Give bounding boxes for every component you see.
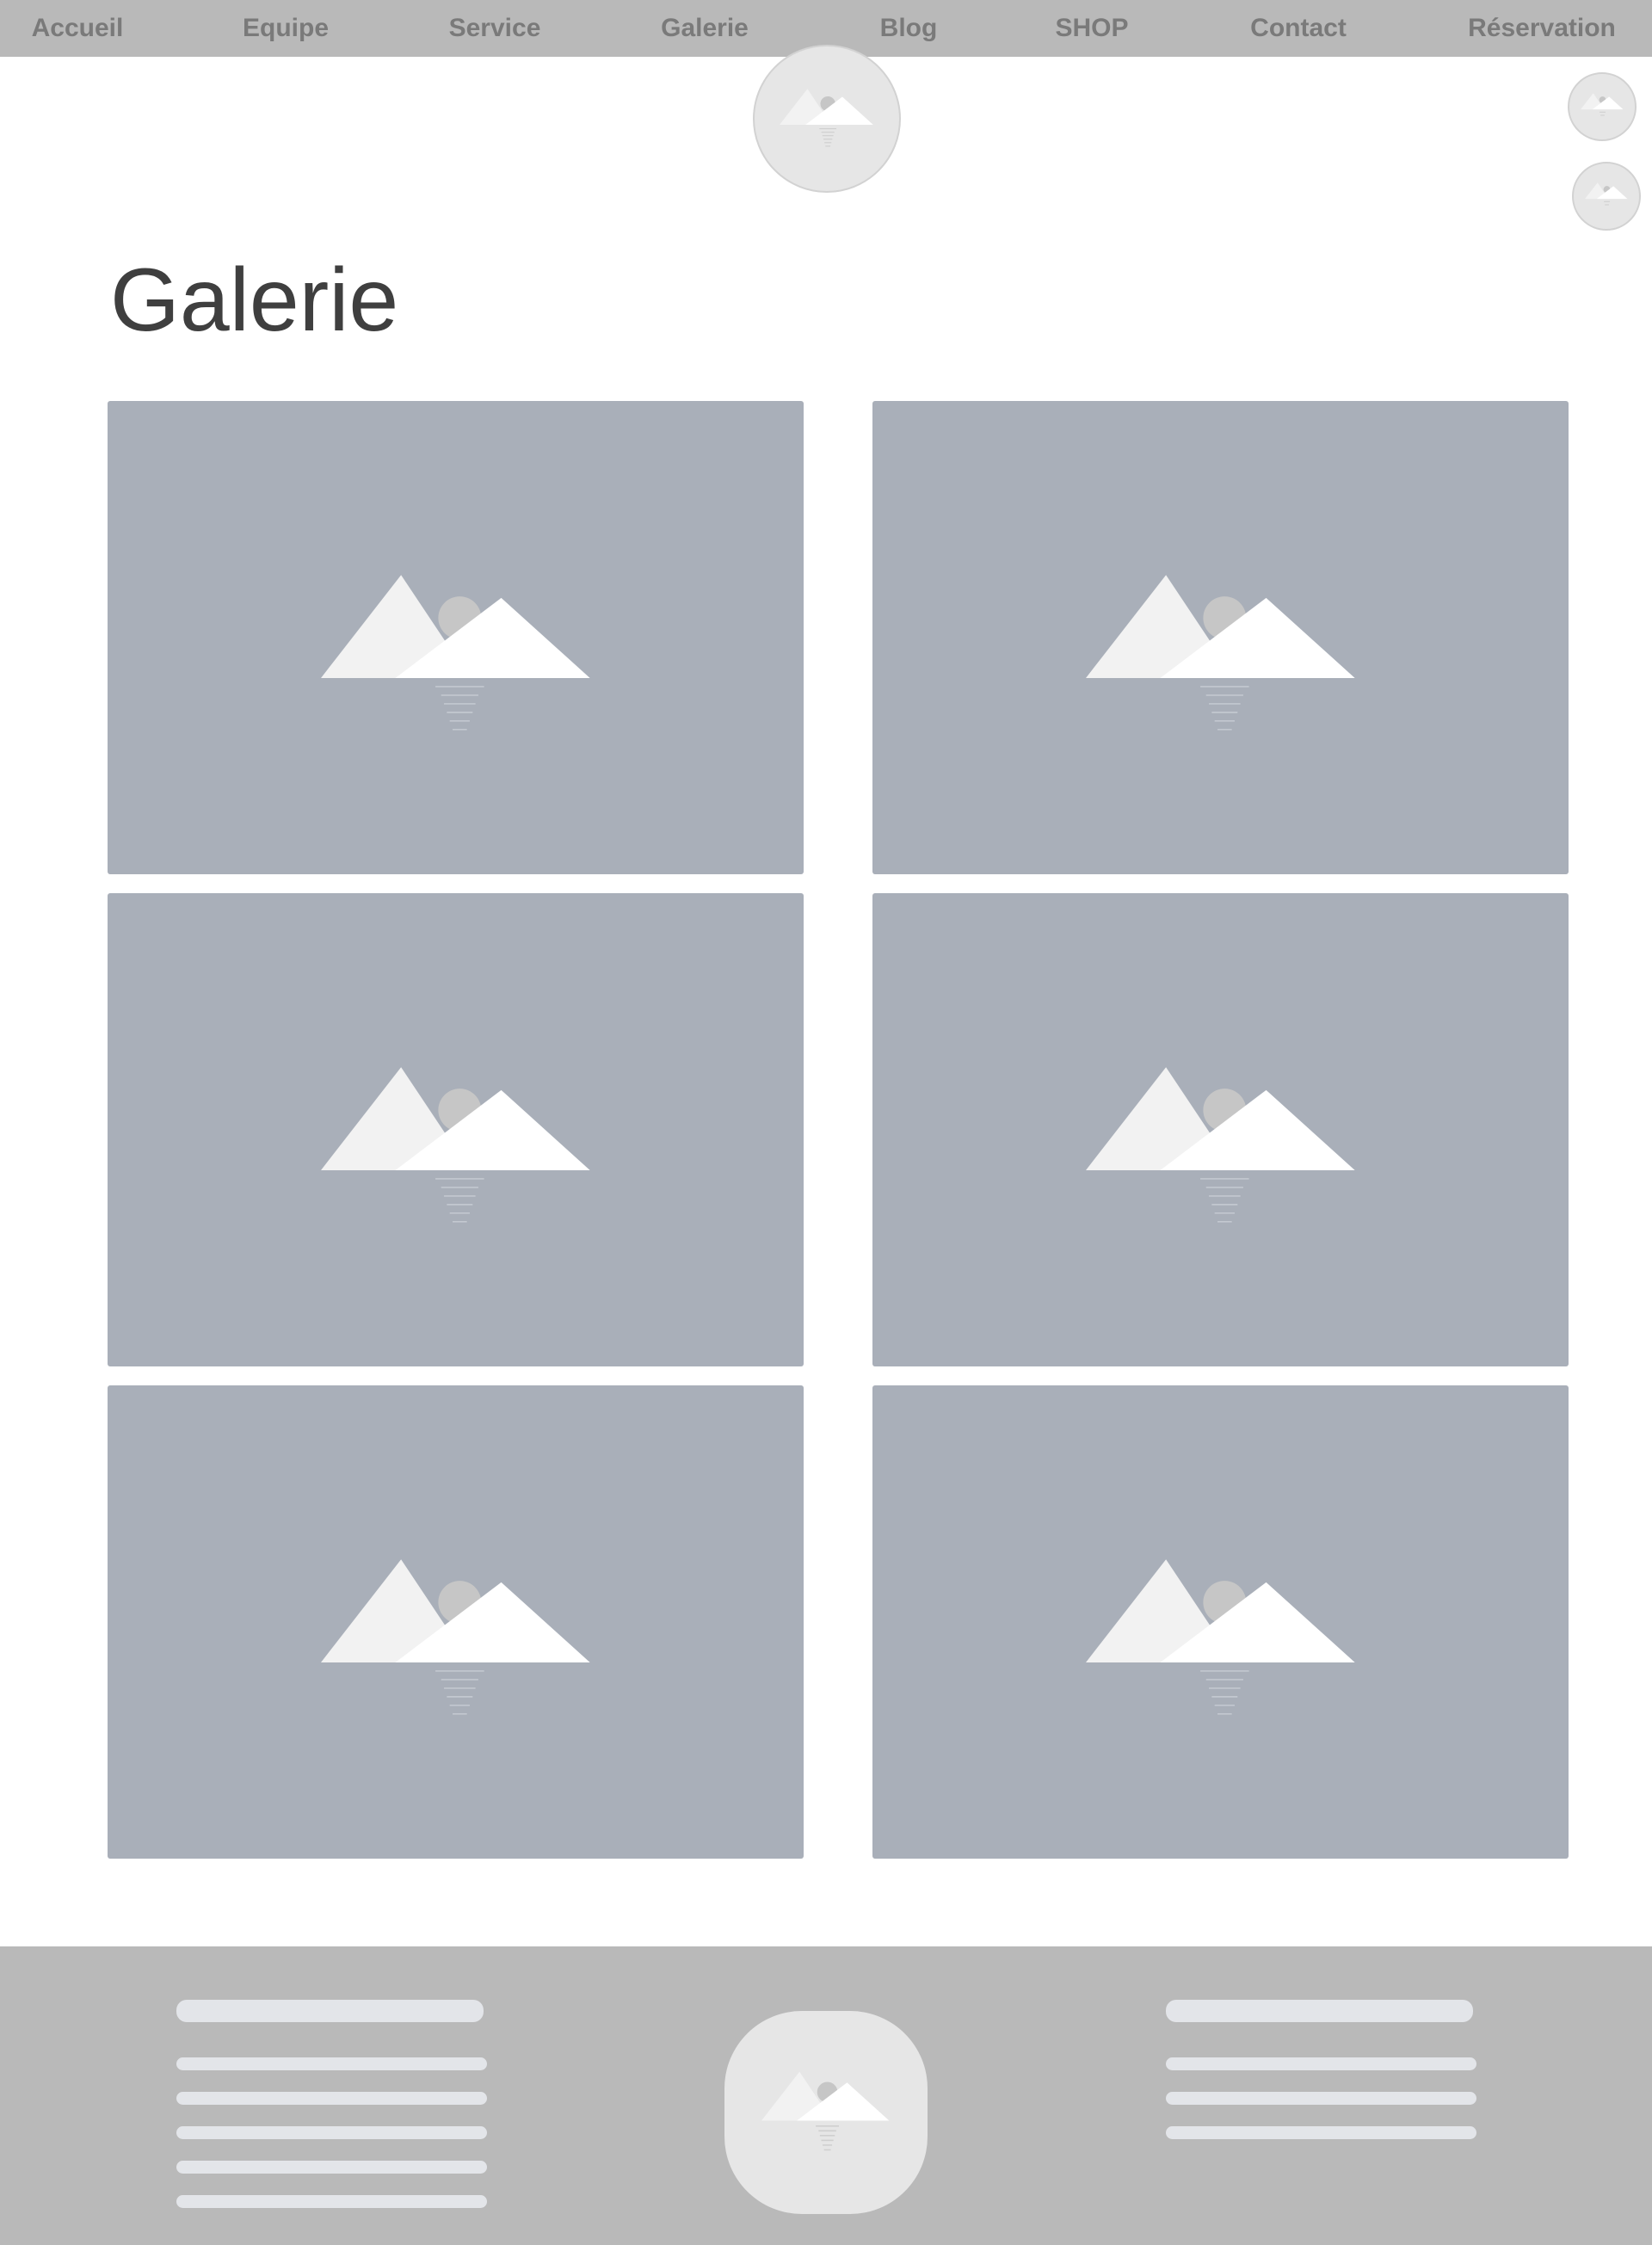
footer-right-line-placeholder bbox=[1166, 2092, 1476, 2105]
footer-right-line-placeholder bbox=[1166, 2126, 1476, 2139]
nav-item-shop[interactable]: SHOP bbox=[1055, 0, 1128, 57]
social-link-2[interactable] bbox=[1572, 162, 1641, 231]
image-placeholder-icon bbox=[1085, 1067, 1355, 1223]
gallery-item[interactable] bbox=[108, 1385, 804, 1859]
gallery-item[interactable] bbox=[872, 893, 1569, 1366]
gallery-item[interactable] bbox=[108, 893, 804, 1366]
footer-right-line-placeholder bbox=[1166, 2057, 1476, 2070]
image-placeholder-icon bbox=[320, 575, 590, 731]
social-link-1[interactable] bbox=[1568, 72, 1637, 141]
image-placeholder-icon bbox=[320, 1559, 590, 1715]
nav-item-service[interactable]: Service bbox=[449, 0, 541, 57]
site-logo[interactable] bbox=[753, 45, 901, 193]
footer-left-heading-placeholder bbox=[176, 2000, 484, 2022]
image-placeholder-icon bbox=[320, 1067, 590, 1223]
footer-left-line-placeholder bbox=[176, 2057, 487, 2070]
image-placeholder-icon bbox=[1585, 182, 1628, 206]
footer-left-line-placeholder bbox=[176, 2161, 487, 2174]
image-placeholder-icon bbox=[1085, 575, 1355, 731]
footer-left-line-placeholder bbox=[176, 2195, 487, 2208]
footer-left-line-placeholder bbox=[176, 2092, 487, 2105]
nav-item-accueil[interactable]: Accueil bbox=[32, 0, 124, 57]
nav-item-reservation[interactable]: Réservation bbox=[1468, 0, 1616, 57]
footer-logo[interactable] bbox=[724, 2011, 928, 2214]
footer-right-heading-placeholder bbox=[1166, 2000, 1473, 2022]
nav-item-galerie[interactable]: Galerie bbox=[661, 0, 749, 57]
gallery-item[interactable] bbox=[872, 1385, 1569, 1859]
page-title: Galerie bbox=[110, 250, 399, 350]
gallery-item[interactable] bbox=[108, 401, 804, 874]
image-placeholder-icon bbox=[1581, 93, 1624, 116]
nav-item-contact[interactable]: Contact bbox=[1250, 0, 1347, 57]
image-placeholder-icon bbox=[1085, 1559, 1355, 1715]
nav-item-equipe[interactable]: Equipe bbox=[243, 0, 329, 57]
image-placeholder-icon bbox=[780, 89, 873, 147]
gallery-item[interactable] bbox=[872, 401, 1569, 874]
nav-item-blog[interactable]: Blog bbox=[880, 0, 938, 57]
footer-left-line-placeholder bbox=[176, 2126, 487, 2139]
image-placeholder-icon bbox=[761, 2071, 890, 2151]
